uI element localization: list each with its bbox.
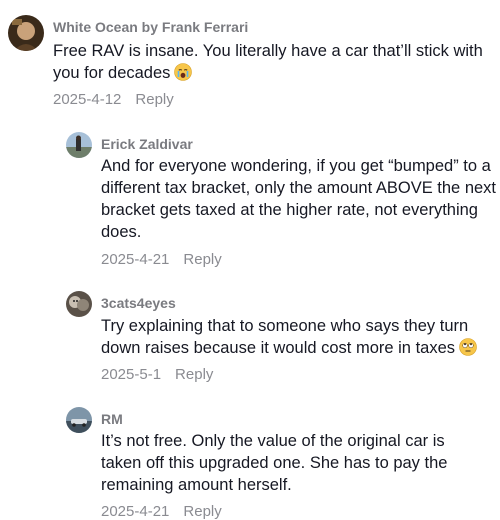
comment-text: Free RAV is insane. You literally have a… (53, 42, 483, 82)
avatar[interactable] (66, 132, 92, 158)
avatar[interactable] (66, 291, 92, 317)
comment-date: 2025-5-1 (101, 366, 162, 383)
comment-text: Try explaining that to someone who says … (101, 315, 499, 359)
reply-button[interactable]: Reply (175, 366, 213, 383)
comment-meta: 2025-4-12 Reply (53, 91, 174, 108)
avatar[interactable] (66, 407, 92, 433)
comment-author[interactable]: White Ocean by Frank Ferrari (53, 19, 248, 35)
reply-button[interactable]: Reply (183, 251, 221, 268)
comment-text: And for everyone wondering, if you get “… (101, 157, 497, 241)
comment-meta: 2025-4-21 Reply (101, 251, 222, 268)
eye-roll-face-icon (459, 338, 477, 356)
avatar[interactable] (8, 15, 44, 51)
comment-date: 2025-4-21 (101, 503, 170, 520)
comment-date: 2025-4-12 (53, 91, 122, 108)
reply-button[interactable]: Reply (183, 503, 221, 520)
crying-face-icon (174, 63, 193, 81)
comment-author[interactable]: 3cats4eyes (101, 295, 176, 311)
reply-button[interactable]: Reply (135, 91, 173, 108)
comment-date: 2025-4-21 (101, 251, 170, 268)
comment-author[interactable]: RM (101, 411, 123, 427)
comment-text: It’s not free. Only the value of the ori… (101, 432, 448, 494)
comment-meta: 2025-4-21 Reply (101, 503, 222, 520)
comment-author[interactable]: Erick Zaldivar (101, 136, 193, 152)
comment-meta: 2025-5-1 Reply (101, 366, 213, 383)
